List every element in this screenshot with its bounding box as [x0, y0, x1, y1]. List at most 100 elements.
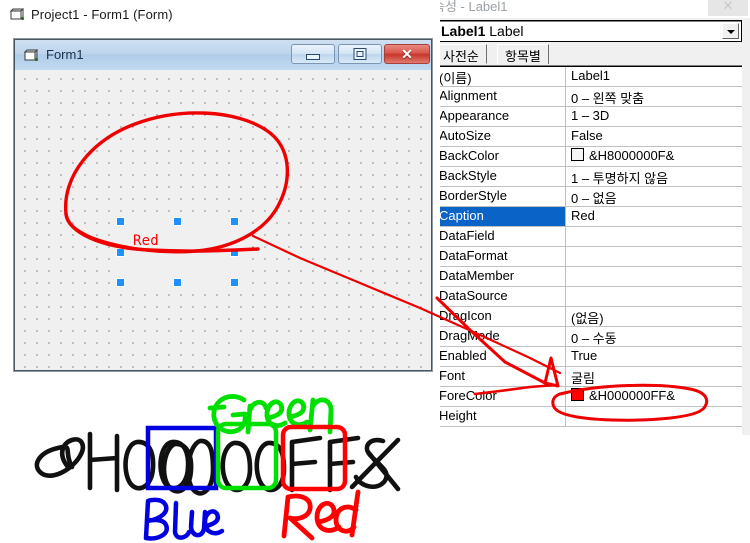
- property-value-text: Red: [571, 208, 595, 223]
- property-name: DragIcon: [440, 307, 566, 326]
- property-name: Alignment: [440, 87, 566, 106]
- property-value-text: True: [571, 348, 598, 363]
- property-value[interactable]: &H8000000F&: [567, 147, 742, 166]
- property-grid[interactable]: (이름) Label1 Alignment 0 – 왼쪽 맞춤 Appearance 1 …: [440, 66, 742, 435]
- property-row[interactable]: Caption Red: [440, 207, 742, 227]
- property-row[interactable]: DragMode 0 – 수동: [440, 327, 742, 347]
- property-value[interactable]: (없음): [567, 307, 742, 326]
- selection-handle-nw[interactable]: [116, 217, 125, 226]
- close-icon: ✕: [401, 46, 413, 62]
- property-row[interactable]: Alignment 0 – 왼쪽 맞춤: [440, 87, 742, 107]
- property-name: BorderStyle: [440, 187, 566, 206]
- selection-handle-ne[interactable]: [230, 217, 239, 226]
- form-window[interactable]: Form1 ✕ Red: [14, 39, 432, 371]
- property-value[interactable]: True: [567, 347, 742, 366]
- property-value[interactable]: 1 – 3D: [567, 107, 742, 126]
- object-selector-combobox[interactable]: Label1 Label: [440, 20, 742, 42]
- property-name: Caption: [440, 207, 566, 226]
- property-name: BackStyle: [440, 167, 566, 186]
- property-value[interactable]: [567, 227, 742, 246]
- label-caption: Red: [133, 233, 159, 249]
- minimize-button[interactable]: [291, 44, 335, 64]
- property-row[interactable]: AutoSize False: [440, 127, 742, 147]
- property-value-text: Label1: [571, 68, 611, 83]
- property-name: Height: [440, 407, 566, 426]
- form-designer-frame: Form1 ✕ Red: [13, 38, 433, 372]
- property-row[interactable]: DataSource: [440, 287, 742, 307]
- property-value[interactable]: 0 – 수동: [567, 327, 742, 346]
- form-title: Form1: [46, 47, 84, 62]
- property-value[interactable]: [567, 267, 742, 286]
- property-value-text: &H000000FF&: [589, 388, 675, 403]
- property-value-text: 0 – 없음: [571, 191, 617, 206]
- close-icon: ✕: [722, 0, 734, 13]
- property-name: DragMode: [440, 327, 566, 346]
- ide-title: Project1 - Form1 (Form): [31, 7, 173, 22]
- property-row[interactable]: Appearance 1 – 3D: [440, 107, 742, 127]
- property-value[interactable]: Red: [567, 207, 742, 226]
- property-value-text: &H8000000F&: [589, 148, 675, 163]
- property-row[interactable]: Enabled True: [440, 347, 742, 367]
- object-selector-type: Label: [489, 23, 524, 39]
- color-swatch: [571, 148, 584, 161]
- property-name: DataField: [440, 227, 566, 246]
- property-row[interactable]: DataFormat: [440, 247, 742, 267]
- property-name: DataMember: [440, 267, 566, 286]
- property-value-text: 0 – 왼쪽 맞춤: [571, 91, 645, 106]
- property-row[interactable]: DragIcon (없음): [440, 307, 742, 327]
- form-design-canvas[interactable]: Red: [15, 70, 431, 370]
- property-name: Enabled: [440, 347, 566, 366]
- property-value[interactable]: [567, 407, 742, 426]
- property-row[interactable]: Height: [440, 407, 742, 427]
- properties-titlebar[interactable]: 속성 - Label1: [440, 0, 750, 18]
- property-row[interactable]: BackStyle 1 – 투명하지 않음: [440, 167, 742, 187]
- property-value[interactable]: 0 – 왼쪽 맞춤: [567, 87, 742, 106]
- property-name: Appearance: [440, 107, 566, 126]
- maximize-button[interactable]: [338, 44, 382, 64]
- form-window-icon: [10, 8, 25, 21]
- selection-handle-e[interactable]: [230, 248, 239, 257]
- selection-handle-n[interactable]: [173, 217, 182, 226]
- close-button[interactable]: ✕: [384, 44, 430, 64]
- form-window-icon: [24, 49, 39, 62]
- property-value[interactable]: &H000000FF&: [567, 387, 742, 406]
- vb-ide-pane: Project1 - Form1 (Form) Form1 ✕ Red: [0, 0, 440, 372]
- property-value[interactable]: False: [567, 127, 742, 146]
- property-row[interactable]: DataMember: [440, 267, 742, 287]
- selection-handle-sw[interactable]: [116, 278, 125, 287]
- property-value[interactable]: Label1: [567, 67, 742, 86]
- property-name: DataFormat: [440, 247, 566, 266]
- property-value-text: 1 – 3D: [571, 108, 610, 123]
- handwritten-annotation-band: [0, 372, 440, 543]
- selection-handle-w[interactable]: [116, 248, 125, 257]
- property-row[interactable]: BackColor &H8000000F&: [440, 147, 742, 167]
- property-value-text: 굴림: [571, 371, 595, 386]
- selection-handle-se[interactable]: [230, 278, 239, 287]
- property-value[interactable]: [567, 287, 742, 306]
- tab-categorized[interactable]: 항목별: [497, 44, 549, 64]
- property-row[interactable]: (이름) Label1: [440, 67, 742, 87]
- property-value-text: 1 – 투명하지 않음: [571, 171, 669, 186]
- tab-alphabetic[interactable]: 사전순: [440, 44, 487, 64]
- minimize-icon: [306, 54, 320, 60]
- property-value[interactable]: 굴림: [567, 367, 742, 386]
- property-value-text: False: [571, 128, 603, 143]
- property-value[interactable]: 1 – 투명하지 않음: [567, 167, 742, 186]
- ide-titlebar: Project1 - Form1 (Form): [0, 0, 440, 30]
- maximize-icon: [353, 48, 367, 60]
- property-row[interactable]: ForeColor &H000000FF&: [440, 387, 742, 407]
- property-value[interactable]: 0 – 없음: [567, 187, 742, 206]
- selection-handle-s[interactable]: [173, 278, 182, 287]
- property-row[interactable]: Font 굴림: [440, 367, 742, 387]
- property-row[interactable]: BorderStyle 0 – 없음: [440, 187, 742, 207]
- object-selector-name: Label1: [441, 23, 486, 39]
- label-control-label1[interactable]: Red: [120, 221, 248, 293]
- object-selector-value: Label1 Label: [441, 23, 524, 39]
- properties-close-button[interactable]: ✕: [708, 0, 748, 16]
- properties-window: 속성 - Label1 ✕ Label1 Label 사전순 항목별 (이름) L…: [440, 0, 750, 435]
- form-titlebar[interactable]: Form1 ✕: [15, 40, 431, 71]
- chevron-down-icon[interactable]: [722, 23, 739, 39]
- property-value[interactable]: [567, 247, 742, 266]
- property-row[interactable]: DataField: [440, 227, 742, 247]
- color-swatch: [571, 388, 584, 401]
